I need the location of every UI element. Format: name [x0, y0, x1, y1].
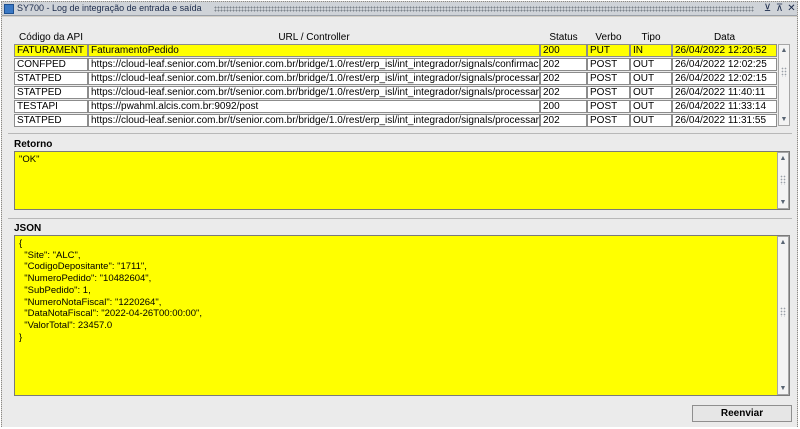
cell-verbo[interactable]: POST — [587, 72, 630, 85]
col-header-tipo: Tipo — [641, 32, 661, 43]
window-title: SY700 - Log de integração de entrada e s… — [17, 3, 202, 13]
cell-codigo-api[interactable]: FATURAMENT — [14, 44, 88, 57]
minimize-icon[interactable]: ⊻ — [762, 2, 773, 15]
cell-data[interactable]: 26/04/2022 11:31:55 — [672, 114, 777, 127]
cell-verbo[interactable]: POST — [587, 100, 630, 113]
cell-verbo[interactable]: POST — [587, 86, 630, 99]
scroll-up-icon[interactable]: ▲ — [779, 154, 787, 163]
cell-status[interactable]: 200 — [540, 44, 587, 57]
table-row[interactable]: STATPED https://cloud-leaf.senior.com.br/… — [2, 114, 797, 128]
json-text: { "Site": "ALC", "CodigoDepositante": "1… — [19, 238, 203, 343]
retorno-scrollbar[interactable]: ▲ ▼ — [777, 152, 789, 209]
scroll-grip — [781, 67, 787, 77]
cell-data[interactable]: 26/04/2022 11:33:14 — [672, 100, 777, 113]
cell-codigo-api[interactable]: TESTAPI — [14, 100, 88, 113]
cell-tipo[interactable]: OUT — [630, 58, 672, 71]
table-row[interactable]: STATPED https://cloud-leaf.senior.com.br/… — [2, 86, 797, 100]
json-scrollbar[interactable]: ▲ ▼ — [777, 236, 789, 395]
col-header-codigo-api: Código da API — [19, 32, 83, 43]
cell-codigo-api[interactable]: STATPED — [14, 114, 88, 127]
scroll-grip — [780, 175, 786, 185]
cell-url[interactable]: https://cloud-leaf.senior.com.br/t/senio… — [88, 114, 540, 127]
cell-verbo[interactable]: PUT — [587, 44, 630, 57]
retorno-text: "OK" — [19, 154, 40, 165]
cell-tipo[interactable]: OUT — [630, 72, 672, 85]
cell-tipo[interactable]: OUT — [630, 100, 672, 113]
maximize-icon[interactable]: ⊼ — [774, 2, 785, 15]
app-icon — [4, 4, 14, 14]
cell-codigo-api[interactable]: CONFPED — [14, 58, 88, 71]
cell-url[interactable]: https://cloud-leaf.senior.com.br/t/senio… — [88, 86, 540, 99]
scroll-up-icon[interactable]: ▲ — [779, 238, 787, 247]
col-header-status: Status — [549, 32, 578, 43]
scroll-up-icon[interactable]: ▲ — [780, 46, 788, 55]
scroll-down-icon[interactable]: ▼ — [779, 198, 787, 207]
divider — [8, 133, 792, 134]
application-window: SY700 - Log de integração de entrada e s… — [1, 1, 798, 427]
cell-codigo-api[interactable]: STATPED — [14, 86, 88, 99]
window-content: Código da API URL / Controller Status Ve… — [2, 17, 797, 427]
retorno-textarea[interactable]: "OK" ▲ ▼ — [14, 151, 790, 210]
cell-status[interactable]: 202 — [540, 58, 587, 71]
table-row[interactable]: STATPED https://cloud-leaf.senior.com.br/… — [2, 72, 797, 86]
grid-scrollbar[interactable]: ▲ ▼ — [778, 44, 790, 126]
cell-status[interactable]: 202 — [540, 72, 587, 85]
divider — [8, 218, 792, 219]
scroll-down-icon[interactable]: ▼ — [779, 384, 787, 393]
cell-url[interactable]: https://pwahml.alcis.com.br:9092/post — [88, 100, 540, 113]
cell-url[interactable]: https://cloud-leaf.senior.com.br/t/senio… — [88, 58, 540, 71]
cell-status[interactable]: 202 — [540, 114, 587, 127]
cell-data[interactable]: 26/04/2022 12:02:15 — [672, 72, 777, 85]
cell-tipo[interactable]: IN — [630, 44, 672, 57]
json-label: JSON — [14, 223, 42, 234]
cell-codigo-api[interactable]: STATPED — [14, 72, 88, 85]
window-titlebar[interactable]: SY700 - Log de integração de entrada e s… — [2, 2, 797, 16]
reenviar-button[interactable]: Reenviar — [692, 405, 792, 422]
cell-tipo[interactable]: OUT — [630, 114, 672, 127]
cell-url[interactable]: https://cloud-leaf.senior.com.br/t/senio… — [88, 72, 540, 85]
cell-verbo[interactable]: POST — [587, 58, 630, 71]
table-row[interactable]: CONFPED https://cloud-leaf.senior.com.br/… — [2, 58, 797, 72]
cell-tipo[interactable]: OUT — [630, 86, 672, 99]
cell-data[interactable]: 26/04/2022 12:20:52 — [672, 44, 777, 57]
cell-data[interactable]: 26/04/2022 11:40:11 — [672, 86, 777, 99]
cell-status[interactable]: 202 — [540, 86, 587, 99]
scroll-down-icon[interactable]: ▼ — [780, 115, 788, 124]
cell-url[interactable]: FaturamentoPedido — [88, 44, 540, 57]
titlebar-grip — [214, 6, 754, 12]
cell-verbo[interactable]: POST — [587, 114, 630, 127]
close-icon[interactable]: ✕ — [786, 2, 797, 15]
json-textarea[interactable]: { "Site": "ALC", "CodigoDepositante": "1… — [14, 235, 790, 396]
col-header-url: URL / Controller — [278, 32, 350, 43]
retorno-label: Retorno — [14, 139, 53, 150]
cell-data[interactable]: 26/04/2022 12:02:25 — [672, 58, 777, 71]
cell-status[interactable]: 200 — [540, 100, 587, 113]
table-row[interactable]: TESTAPI https://pwahml.alcis.com.br:9092/… — [2, 100, 797, 114]
col-header-data: Data — [713, 32, 736, 43]
col-header-verbo: Verbo — [595, 32, 622, 43]
table-row[interactable]: FATURAMENT FaturamentoPedido 200 PUT IN 26/04… — [2, 44, 797, 58]
scroll-grip — [780, 307, 786, 317]
